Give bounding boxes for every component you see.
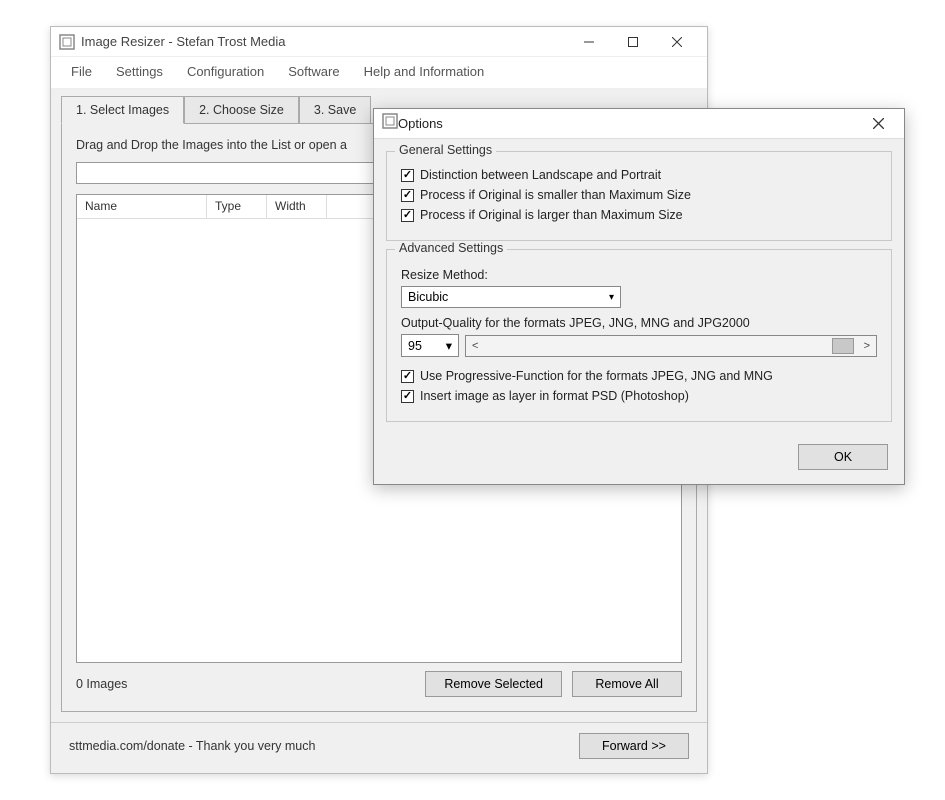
col-width[interactable]: Width <box>267 195 327 218</box>
minimize-button[interactable] <box>567 27 611 57</box>
options-close-button[interactable] <box>860 111 896 137</box>
maximize-button[interactable] <box>611 27 655 57</box>
window-controls <box>567 27 699 57</box>
close-button[interactable] <box>655 27 699 57</box>
larger-label: Process if Original is larger than Maxim… <box>420 208 683 222</box>
forward-button[interactable]: Forward >> <box>579 733 689 759</box>
list-footer: 0 Images Remove Selected Remove All <box>76 671 682 697</box>
col-type[interactable]: Type <box>207 195 267 218</box>
larger-row[interactable]: Process if Original is larger than Maxim… <box>401 208 877 222</box>
menu-settings[interactable]: Settings <box>106 61 173 82</box>
resize-method-select[interactable]: Bicubic ▾ <box>401 286 621 308</box>
remove-all-button[interactable]: Remove All <box>572 671 682 697</box>
arrow-left-icon[interactable]: < <box>472 340 478 352</box>
advanced-settings-legend: Advanced Settings <box>395 241 507 255</box>
quality-label: Output-Quality for the formats JPEG, JNG… <box>401 316 877 330</box>
tab-save[interactable]: 3. Save <box>299 96 371 124</box>
distinction-row[interactable]: Distinction between Landscape and Portra… <box>401 168 877 182</box>
app-icon <box>382 113 398 134</box>
general-settings-legend: General Settings <box>395 143 496 157</box>
smaller-checkbox[interactable] <box>401 189 414 202</box>
app-icon <box>59 34 75 50</box>
larger-checkbox[interactable] <box>401 209 414 222</box>
progressive-checkbox[interactable] <box>401 370 414 383</box>
donate-text: sttmedia.com/donate - Thank you very muc… <box>69 739 579 753</box>
tab-select-images[interactable]: 1. Select Images <box>61 96 184 124</box>
ok-button[interactable]: OK <box>798 444 888 470</box>
quality-spinner[interactable]: 95 ▾ <box>401 334 459 357</box>
general-settings-group: General Settings Distinction between Lan… <box>386 151 892 241</box>
titlebar: Image Resizer - Stefan Trost Media <box>51 27 707 57</box>
remove-selected-button[interactable]: Remove Selected <box>425 671 562 697</box>
window-title: Image Resizer - Stefan Trost Media <box>81 34 567 49</box>
menubar: File Settings Configuration Software Hel… <box>51 57 707 89</box>
chevron-down-icon: ▾ <box>446 338 452 353</box>
chevron-down-icon: ▾ <box>609 292 614 303</box>
advanced-settings-group: Advanced Settings Resize Method: Bicubic… <box>386 249 892 422</box>
bottom-bar: sttmedia.com/donate - Thank you very muc… <box>51 722 707 773</box>
arrow-right-icon[interactable]: > <box>864 340 870 352</box>
options-dialog: Options General Settings Distinction bet… <box>373 108 905 485</box>
distinction-label: Distinction between Landscape and Portra… <box>420 168 661 182</box>
progressive-label: Use Progressive-Function for the formats… <box>420 369 773 383</box>
options-body: General Settings Distinction between Lan… <box>374 139 904 436</box>
slider-thumb[interactable] <box>832 338 854 354</box>
options-footer: OK <box>374 436 904 484</box>
menu-software[interactable]: Software <box>278 61 349 82</box>
menu-configuration[interactable]: Configuration <box>177 61 274 82</box>
psd-label: Insert image as layer in format PSD (Pho… <box>420 389 689 403</box>
quality-value: 95 <box>408 339 422 353</box>
resize-method-value: Bicubic <box>408 290 448 304</box>
smaller-row[interactable]: Process if Original is smaller than Maxi… <box>401 188 877 202</box>
progressive-row[interactable]: Use Progressive-Function for the formats… <box>401 369 877 383</box>
options-titlebar: Options <box>374 109 904 139</box>
smaller-label: Process if Original is smaller than Maxi… <box>420 188 691 202</box>
psd-checkbox[interactable] <box>401 390 414 403</box>
image-count: 0 Images <box>76 677 415 691</box>
resize-method-label: Resize Method: <box>401 268 877 282</box>
col-name[interactable]: Name <box>77 195 207 218</box>
psd-row[interactable]: Insert image as layer in format PSD (Pho… <box>401 389 877 403</box>
tab-choose-size[interactable]: 2. Choose Size <box>184 96 299 124</box>
menu-file[interactable]: File <box>61 61 102 82</box>
options-title: Options <box>398 116 860 131</box>
distinction-checkbox[interactable] <box>401 169 414 182</box>
menu-help[interactable]: Help and Information <box>354 61 495 82</box>
quality-slider[interactable]: < > <box>465 335 877 357</box>
